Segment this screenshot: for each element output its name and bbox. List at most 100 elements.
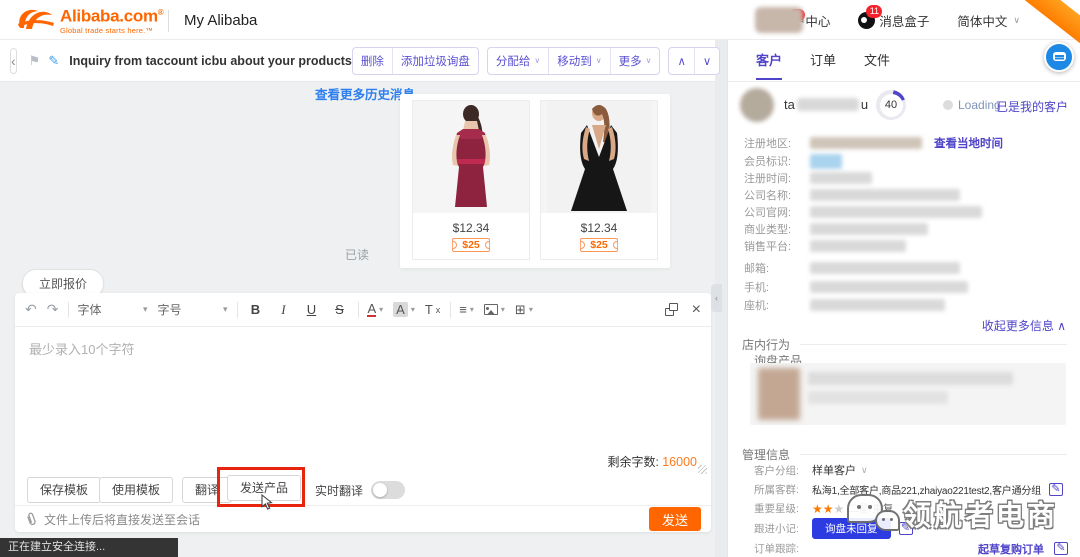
font-size-dropdown[interactable]: 字号▾ [157, 301, 227, 318]
customer-group-row: 客户分组: 样单客户 ∨ [728, 462, 1080, 478]
is-my-customer-link[interactable]: 已是我的客户 [996, 98, 1068, 115]
flag-icon[interactable]: ⚑ [29, 53, 41, 69]
field-value-blur [810, 281, 968, 293]
inquiry-unreplied-badge: 询盘未回复 [812, 518, 891, 539]
field-value-blur [810, 299, 945, 311]
insert-table-button[interactable]: ⊞▾ [515, 302, 533, 318]
editor-toolbar: ↶ ↷ 字体▾ 字号▾ B I U S A▾ A▾ Tx ≡▾ ▾ ⊞▾ [15, 293, 711, 327]
move-to-dropdown[interactable]: 移动到∨ [548, 48, 609, 74]
message-box-menu[interactable]: 11 消息盒子 [858, 11, 929, 30]
use-template-button[interactable]: 使用模板 [99, 477, 173, 503]
alibaba-logo[interactable]: Alibaba.com® Global trade starts here.™ [14, 4, 163, 35]
product-tile[interactable]: $12.34 $25 [540, 100, 658, 260]
loading-label: Loading [958, 98, 1001, 112]
tab-customer[interactable]: 客户 [756, 50, 782, 71]
delete-button[interactable]: 删除 [353, 48, 392, 74]
caret-down-icon: ▾ [529, 305, 533, 314]
field-value-blur [810, 154, 842, 169]
segment-value: 私海1,全部客户,商品221,zhaiyao221test2,客户通分组 [812, 482, 1041, 497]
reply-editor: ↶ ↷ 字体▾ 字号▾ B I U S A▾ A▾ Tx ≡▾ ▾ ⊞▾ [15, 293, 711, 532]
product-price: $12.34 [541, 221, 657, 235]
customer-score-ring[interactable]: 40 [876, 90, 906, 120]
remaining-count: 剩余字数: 16000 [608, 453, 697, 470]
message-input[interactable]: 最少录入10个字符 [15, 327, 711, 453]
close-editor-button[interactable]: × [692, 301, 701, 319]
section-management: 管理信息 [742, 446, 1067, 463]
next-message-button[interactable]: ∨ [694, 48, 719, 74]
field-row: 注册时间: [728, 170, 1080, 186]
mouse-cursor-icon [260, 494, 273, 510]
chevron-down-icon: ∨ [861, 465, 868, 476]
clear-format-button[interactable]: Tx [425, 302, 440, 317]
collapse-more-info-link[interactable]: 收起更多信息 ∧ [982, 317, 1066, 334]
product-image-black-dress [541, 101, 657, 213]
user-avatar-blur [755, 7, 803, 33]
attach-file-button[interactable]: 文件上传后将直接发送至会话 [25, 511, 200, 528]
field-row: 公司官网: [728, 204, 1080, 220]
inquiry-product-item[interactable] [750, 363, 1066, 425]
inquiry-product-image-blur [758, 368, 800, 420]
caret-down-icon: ▾ [411, 305, 415, 314]
list-button[interactable]: ≡▾ [459, 302, 474, 317]
section-store-behavior: 店内行为 [742, 336, 1067, 353]
bold-button[interactable]: B [246, 302, 264, 317]
popout-editor-button[interactable] [665, 303, 678, 316]
insert-image-button[interactable]: ▾ [484, 304, 505, 315]
star-icon[interactable]: ★ [823, 502, 834, 516]
language-selector[interactable]: 简体中文 ∨ [957, 11, 1020, 30]
assign-to-dropdown[interactable]: 分配给∨ [488, 48, 548, 74]
undo-button[interactable]: ↶ [25, 301, 37, 318]
field-row: 商业类型: [728, 221, 1080, 237]
customer-group-dropdown[interactable]: 样单客户 [812, 462, 856, 478]
back-button[interactable]: ‹ [10, 48, 17, 74]
segment-row: 所属客群: 私海1,全部客户,商品221,zhaiyao221test2,客户通… [728, 482, 1080, 497]
prev-message-button[interactable]: ∧ [669, 48, 693, 74]
italic-button[interactable]: I [274, 302, 292, 318]
field-value-blur [810, 206, 982, 218]
realtime-translate-toggle[interactable] [371, 481, 405, 499]
add-spam-button[interactable]: 添加垃圾询盘 [392, 48, 478, 74]
inquiry-title: Inquiry from taccount icbu about your pr… [69, 54, 352, 68]
customer-name: ta u [784, 97, 868, 112]
edit-order-icon[interactable]: ✎ [1054, 542, 1068, 555]
highlight-color-button[interactable]: A▾ [393, 302, 415, 317]
language-label: 简体中文 [957, 11, 1007, 30]
product-message-card: $12.34 $25 $12.34 $25 [400, 94, 670, 268]
user-center-menu[interactable]: 户中心 [755, 7, 831, 33]
field-row: 会员标识: [728, 153, 1080, 169]
font-color-button[interactable]: A▾ [367, 303, 383, 317]
send-button[interactable]: 发送 [649, 507, 701, 531]
underline-button[interactable]: U [302, 302, 320, 317]
more-dropdown[interactable]: 更多∨ [610, 48, 660, 74]
my-alibaba-title: My Alibaba [184, 12, 257, 29]
view-local-time-link[interactable]: 查看当地时间 [934, 135, 1003, 151]
star-icon[interactable]: ★ [812, 502, 823, 516]
resize-handle[interactable] [698, 465, 707, 474]
conversation-panel: ‹ ⚑ ✎ Inquiry from taccount icbu about y… [0, 40, 727, 557]
product-list-price-tag: $25 [580, 238, 618, 252]
inquiry-product-text-blur [808, 372, 1013, 385]
strikethrough-button[interactable]: S [330, 302, 348, 317]
tab-files[interactable]: 文件 [864, 50, 890, 71]
font-family-dropdown[interactable]: 字体▾ [77, 301, 147, 318]
star-icon[interactable]: ★ [834, 502, 845, 516]
order-tracking-row: 订单跟踪: 起草复购订单 ✎ [728, 541, 1080, 556]
field-row: 公司名称: [728, 187, 1080, 203]
message-box-label: 消息盒子 [879, 11, 929, 30]
product-list-price-tag: $25 [452, 238, 490, 252]
redo-button[interactable]: ↷ [47, 301, 59, 318]
header-divider [168, 10, 169, 32]
image-icon [484, 304, 498, 315]
tab-orders[interactable]: 订单 [810, 50, 836, 71]
draft-repurchase-order-link[interactable]: 起草复购订单 [978, 541, 1044, 557]
edit-note-icon[interactable]: ✎ [899, 522, 913, 535]
caret-down-icon: ▾ [379, 305, 383, 314]
compose-icon[interactable]: ✎ [48, 53, 59, 69]
save-template-button[interactable]: 保存模板 [27, 477, 101, 503]
customer-avatar[interactable] [740, 88, 774, 122]
collapse-sidebar-handle[interactable]: ‹ [711, 284, 722, 312]
top-header: Alibaba.com® Global trade starts here.™ … [0, 0, 1080, 40]
product-tile[interactable]: $12.34 $25 [412, 100, 530, 260]
chat-bubble-icon[interactable] [1044, 42, 1074, 72]
edit-segment-icon[interactable]: ✎ [1049, 483, 1063, 496]
